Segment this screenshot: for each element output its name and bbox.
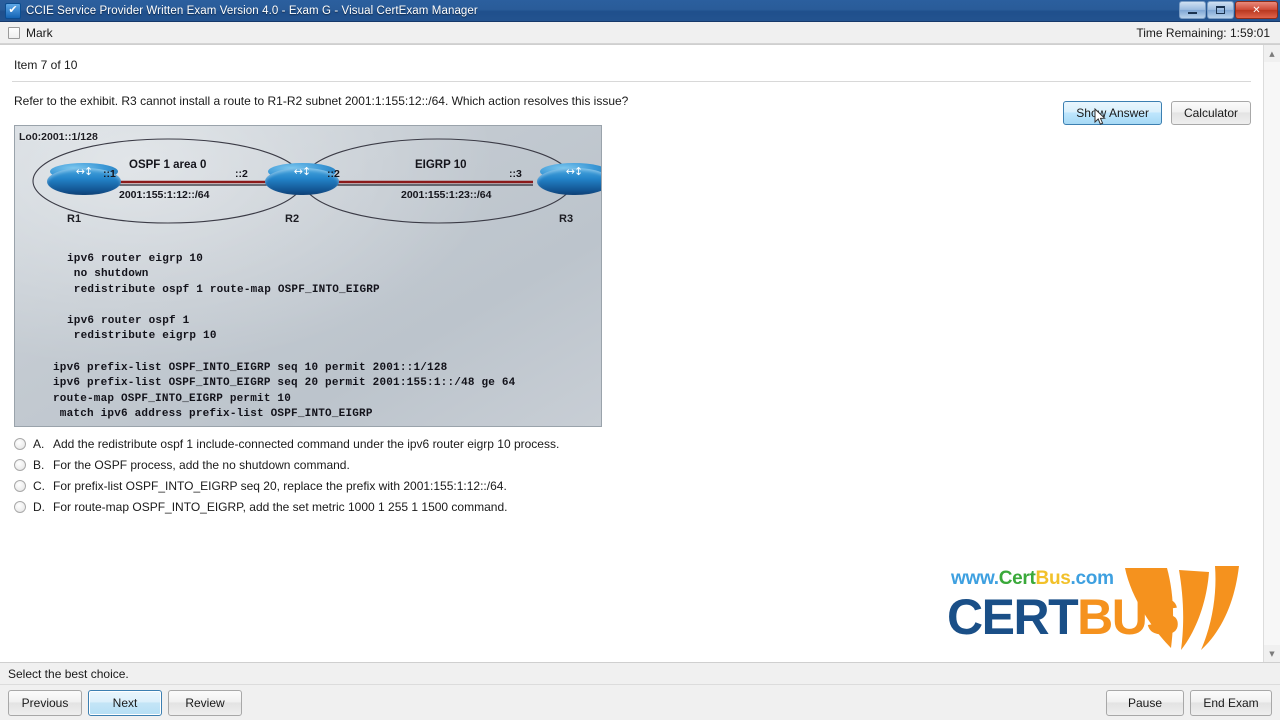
config-block-ospf: ipv6 router ospf 1 redistribute eigrp 10 [67,315,217,343]
subnet-label-r2-r3: 2001:155:1:23::/64 [401,189,492,201]
wordmark-cert: CERT [947,589,1079,645]
scroll-down-arrow[interactable]: ▼ [1264,645,1280,662]
certbus-logo: www.CertBus.com CERTBUS [941,562,1241,654]
url-prefix: www. [951,568,999,589]
mark-label[interactable]: Mark [26,26,53,40]
mark-bar: Mark Time Remaining: 1:59:01 [0,22,1280,44]
footer-action-buttons: Pause End Exam [1106,689,1272,716]
router-label-r2: R2 [285,213,300,225]
radio-button-a[interactable] [14,438,26,450]
pause-button[interactable]: Pause [1106,689,1184,716]
option-c[interactable]: C. For prefix-list OSPF_INTO_EIGRP seq 2… [14,479,1263,494]
window-controls: ✕ [1179,1,1278,19]
option-letter-a: A. [33,437,45,451]
option-d[interactable]: D. For route-map OSPF_INTO_EIGRP, add th… [14,500,1263,515]
option-letter-c: C. [33,479,45,493]
option-letter-b: B. [33,458,45,472]
interface-label-r2-right: ::2 [327,168,340,180]
option-text-d: For route-map OSPF_INTO_EIGRP, add the s… [53,500,508,514]
end-exam-button[interactable]: End Exam [1190,689,1272,716]
radio-button-c[interactable] [14,480,26,492]
url-bus: Bus [1035,568,1071,589]
answer-options: A. Add the redistribute ospf 1 include-c… [14,437,1263,515]
exam-application-window: ✔ CCIE Service Provider Written Exam Ver… [0,0,1280,720]
window-title: CCIE Service Provider Written Exam Versi… [26,4,478,17]
config-block-prefix-list: ipv6 prefix-list OSPF_INTO_EIGRP seq 10 … [53,362,516,421]
interface-label-r3: ::3 [509,168,522,180]
option-text-a: Add the redistribute ospf 1 include-conn… [53,437,560,451]
close-button[interactable]: ✕ [1235,1,1278,19]
scrollbar-track[interactable] [1264,62,1280,645]
eigrp-cloud-label: EIGRP 10 [415,159,467,171]
question-panel: Item 7 of 10 Show Answer Calculator Refe… [0,45,1263,662]
minimize-button[interactable] [1179,1,1206,19]
certbus-url: www.CertBus.com [951,568,1114,590]
previous-button[interactable]: Previous [8,689,82,716]
mark-checkbox[interactable] [8,26,20,39]
review-button[interactable]: Review [168,689,242,716]
radio-button-b[interactable] [14,459,26,471]
item-counter-row: Item 7 of 10 [0,45,1263,81]
option-a[interactable]: A. Add the redistribute ospf 1 include-c… [14,437,1263,452]
scroll-up-arrow[interactable]: ▲ [1264,45,1280,62]
time-remaining: Time Remaining: 1:59:01 [1136,25,1270,40]
config-block-eigrp: ipv6 router eigrp 10 no shutdown redistr… [67,253,380,296]
maximize-button[interactable] [1207,1,1234,19]
option-b[interactable]: B. For the OSPF process, add the no shut… [14,458,1263,473]
interface-label-r1: ::1 [103,168,116,180]
interface-label-r2-left: ::2 [235,168,248,180]
ospf-cloud-label: OSPF 1 area 0 [129,159,207,171]
calculator-button[interactable]: Calculator [1170,101,1251,125]
radio-button-d[interactable] [14,501,26,513]
exhibit-image[interactable]: Lo0:2001::1/128 ↔↕ ↔↕ ↔↕ R1 R2 R3::1::… [14,125,602,427]
footer-toolbar: Previous Next Review Pause End Exam [0,684,1280,720]
option-text-b: For the OSPF process, add the no shutdow… [53,458,350,472]
footer-nav-buttons: Previous Next Review [8,689,242,716]
router-label-r3: R3 [559,213,574,225]
title-bar: ✔ CCIE Service Provider Written Exam Ver… [0,0,1280,22]
router-r3-icon: ↔↕ [537,162,601,200]
header-buttons: Show Answer Calculator [1063,101,1251,125]
content-area: Item 7 of 10 Show Answer Calculator Refe… [0,44,1280,662]
option-letter-d: D. [33,500,45,514]
url-dotcom: .com [1070,568,1114,589]
status-text: Select the best choice. [8,666,129,681]
option-text-c: For prefix-list OSPF_INTO_EIGRP seq 20, … [53,479,507,493]
status-bar: Select the best choice. [0,662,1280,684]
checkbox-check-icon: ✔ [5,2,21,19]
router-label-r1: R1 [67,213,82,225]
item-counter: Item 7 of 10 [14,58,78,72]
url-cert: Cert [998,568,1036,589]
vertical-scrollbar[interactable]: ▲ ▼ [1263,45,1280,662]
subnet-label-r1-r2: 2001:155:1:12::/64 [119,189,210,201]
next-button[interactable]: Next [88,689,162,716]
certbus-wing-icon [1125,566,1239,650]
show-answer-button[interactable]: Show Answer [1063,101,1162,125]
